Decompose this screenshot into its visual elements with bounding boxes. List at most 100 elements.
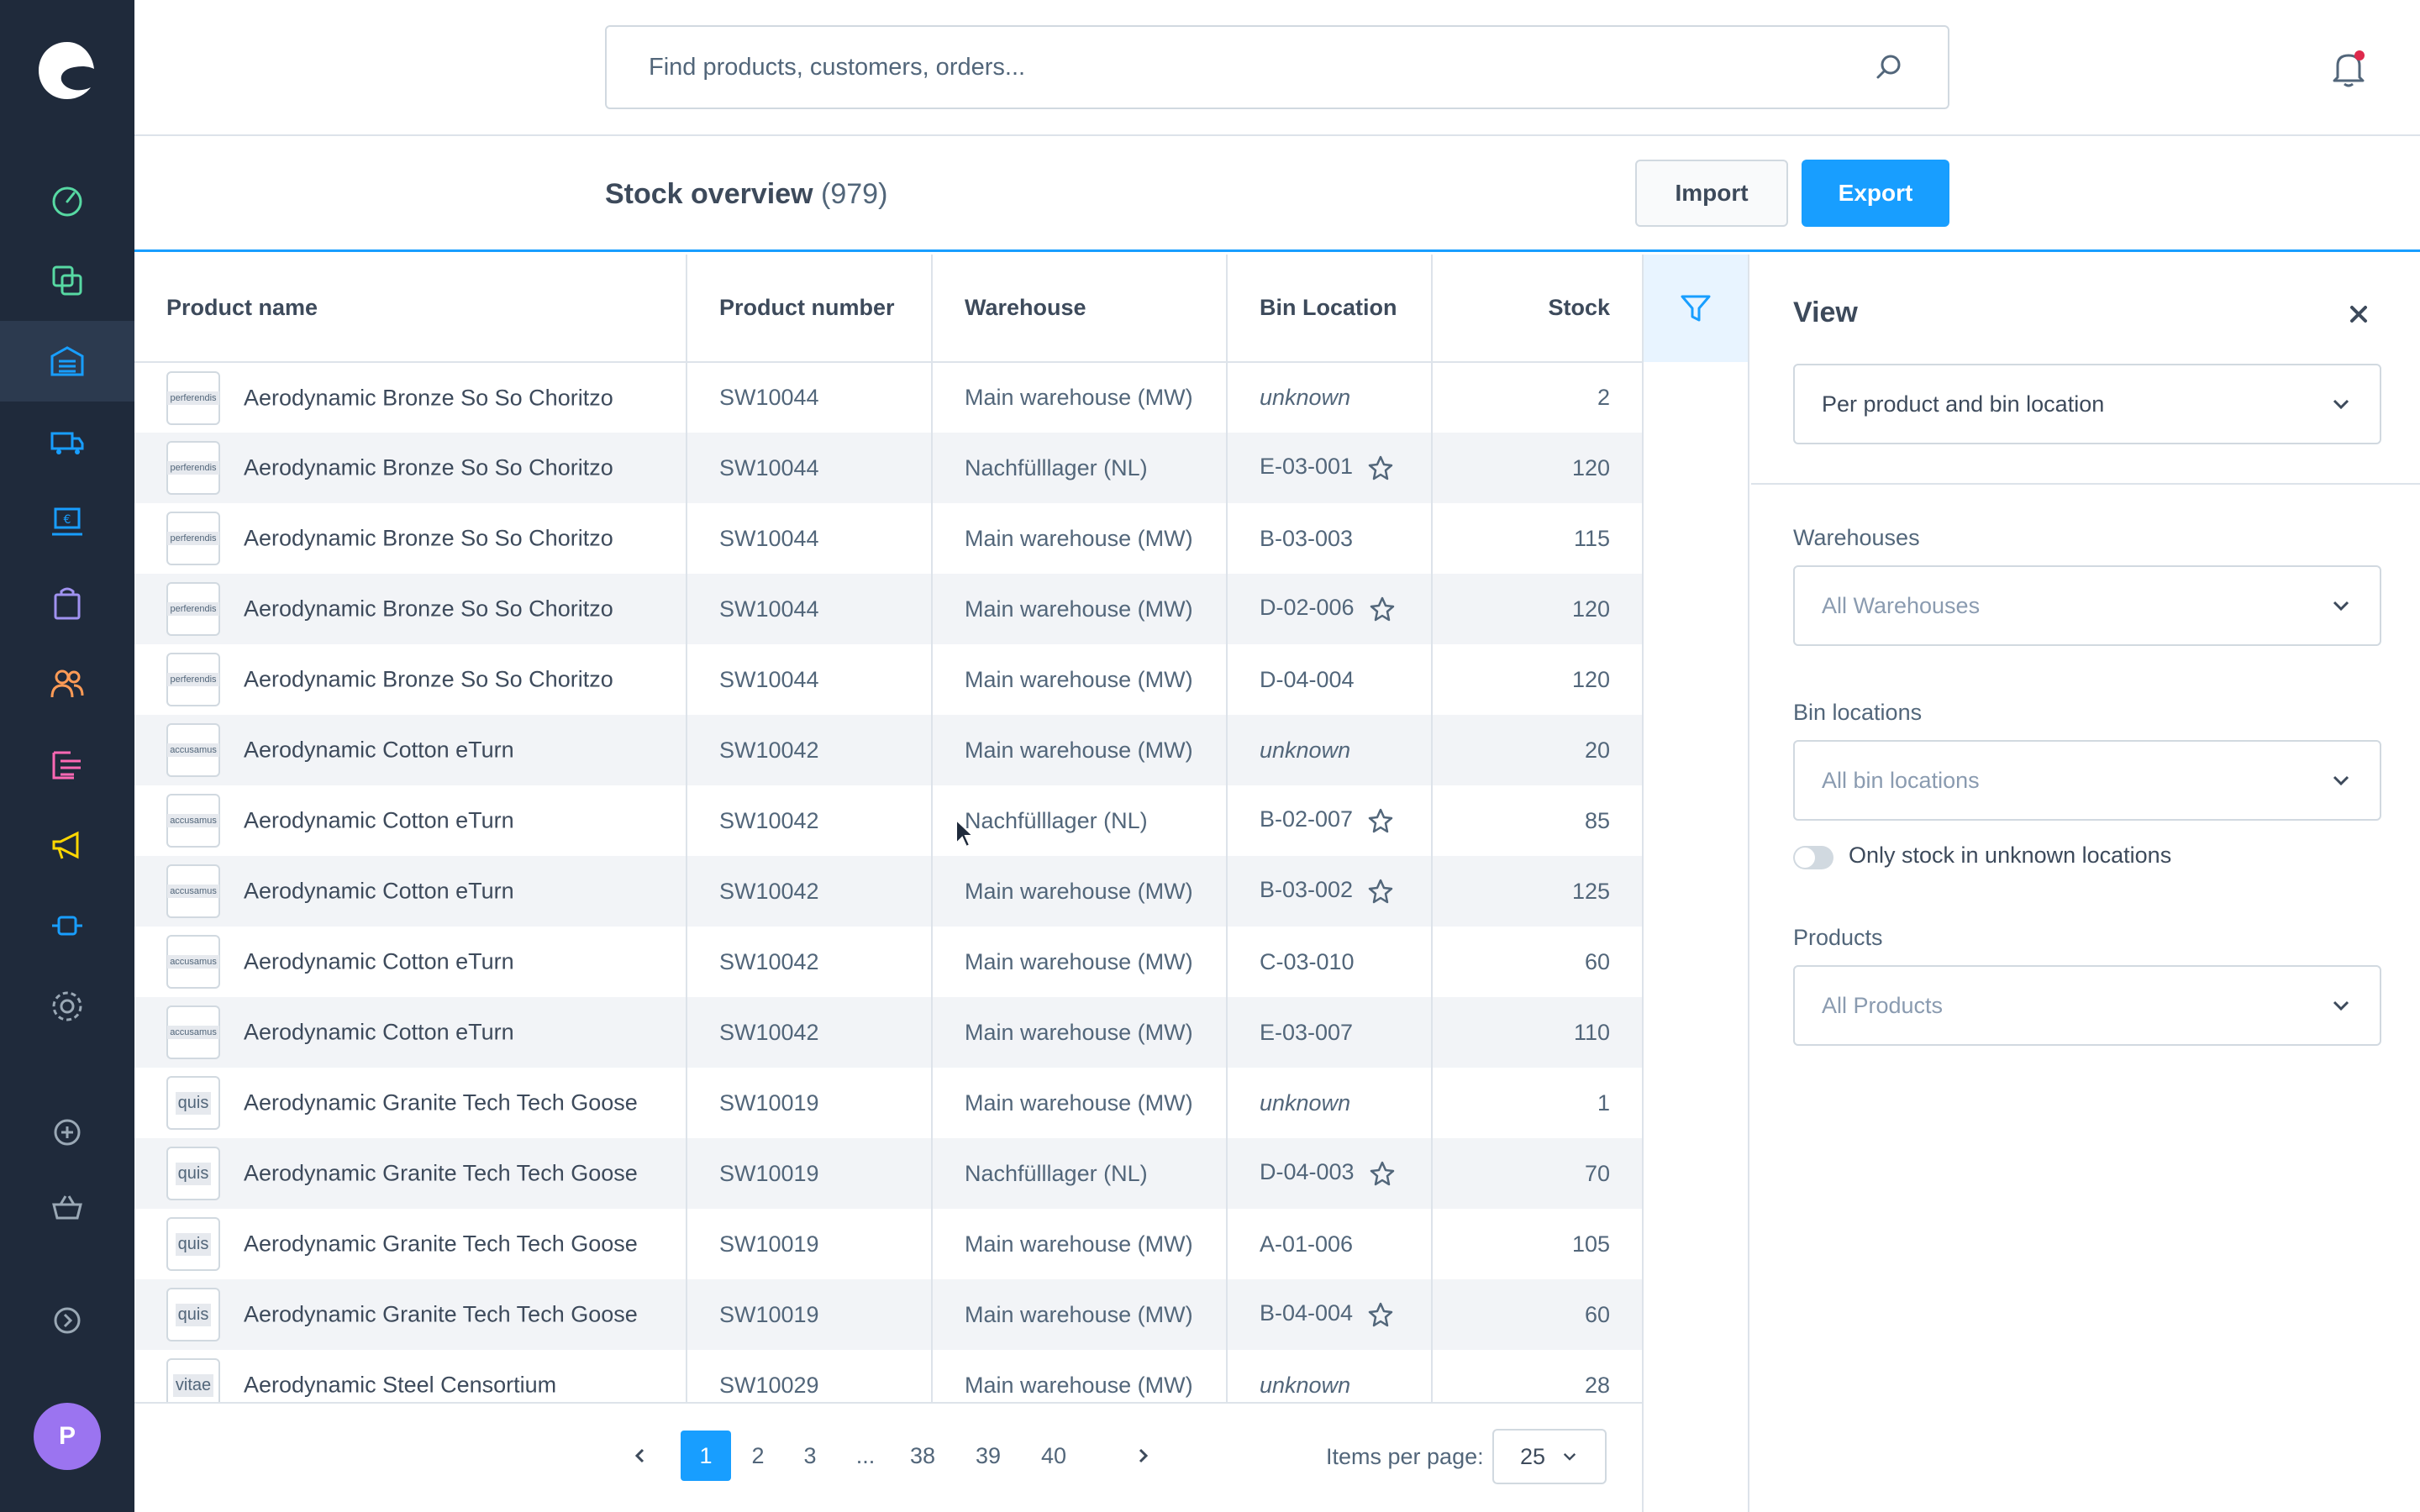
- column-header-product-number[interactable]: Product number: [687, 255, 933, 363]
- product-name[interactable]: Aerodynamic Bronze So So Choritzo: [244, 455, 613, 480]
- nav-orders[interactable]: [0, 563, 134, 643]
- favorite-star-icon[interactable]: [1366, 806, 1395, 835]
- cell-product-name[interactable]: quis Aerodynamic Granite Tech Tech Goose: [134, 1279, 687, 1350]
- warehouses-select[interactable]: All Warehouses: [1793, 565, 2381, 646]
- nav-customers[interactable]: [0, 643, 134, 724]
- nav-shipping[interactable]: [0, 402, 134, 482]
- table-row[interactable]: accusamus Aerodynamic Cotton eTurn SW10042…: [134, 927, 1642, 997]
- page-button[interactable]: 38: [897, 1431, 948, 1481]
- nav-content[interactable]: [0, 724, 134, 805]
- favorite-star-icon[interactable]: [1366, 877, 1395, 906]
- column-header-product-name[interactable]: Product name: [134, 255, 687, 363]
- page-button[interactable]: 39: [963, 1431, 1013, 1481]
- product-thumbnail-label: quis: [175, 1091, 212, 1115]
- table-row[interactable]: vitae Aerodynamic Steel Censortium SW10029…: [134, 1350, 1642, 1402]
- product-name[interactable]: Aerodynamic Cotton eTurn: [244, 808, 514, 833]
- product-name[interactable]: Aerodynamic Granite Tech Tech Goose: [244, 1090, 638, 1116]
- table-row[interactable]: quis Aerodynamic Granite Tech Tech Goose S…: [134, 1138, 1642, 1209]
- cell-product-name[interactable]: quis Aerodynamic Granite Tech Tech Goose: [134, 1138, 687, 1209]
- page-button[interactable]: 40: [1028, 1431, 1079, 1481]
- product-name[interactable]: Aerodynamic Granite Tech Tech Goose: [244, 1161, 638, 1186]
- cell-product-name[interactable]: perferendis Aerodynamic Bronze So So Chor…: [134, 574, 687, 644]
- product-name[interactable]: Aerodynamic Steel Censortium: [244, 1373, 556, 1398]
- table-row[interactable]: quis Aerodynamic Granite Tech Tech Goose S…: [134, 1209, 1642, 1279]
- nav-catalog[interactable]: [0, 240, 134, 321]
- product-name[interactable]: Aerodynamic Bronze So So Choritzo: [244, 526, 613, 551]
- unknown-locations-toggle[interactable]: [1793, 846, 1833, 869]
- favorite-star-icon[interactable]: [1366, 1300, 1395, 1329]
- product-name[interactable]: Aerodynamic Bronze So So Choritzo: [244, 596, 613, 622]
- cell-product-name[interactable]: accusamus Aerodynamic Cotton eTurn: [134, 997, 687, 1068]
- cell-product-name[interactable]: accusamus Aerodynamic Cotton eTurn: [134, 785, 687, 856]
- cell-warehouse: Nachfülllager (NL): [932, 1138, 1228, 1209]
- view-mode-select[interactable]: Per product and bin location: [1793, 364, 2381, 444]
- cell-product-name[interactable]: vitae Aerodynamic Steel Censortium: [134, 1350, 687, 1402]
- cell-product-name[interactable]: quis Aerodynamic Granite Tech Tech Goose: [134, 1209, 687, 1279]
- import-button[interactable]: Import: [1635, 160, 1788, 227]
- table-row[interactable]: accusamus Aerodynamic Cotton eTurn SW10042…: [134, 856, 1642, 927]
- column-header-bin-location[interactable]: Bin Location: [1227, 255, 1433, 363]
- product-name[interactable]: Aerodynamic Cotton eTurn: [244, 949, 514, 974]
- cell-product-name[interactable]: perferendis Aerodynamic Bronze So So Chor…: [134, 433, 687, 503]
- table-row[interactable]: perferendis Aerodynamic Bronze So So Chor…: [134, 644, 1642, 715]
- sidebar-tabs: [1642, 255, 1749, 1512]
- table-row[interactable]: perferendis Aerodynamic Bronze So So Chor…: [134, 362, 1642, 433]
- cell-product-name[interactable]: accusamus Aerodynamic Cotton eTurn: [134, 856, 687, 927]
- product-name[interactable]: Aerodynamic Cotton eTurn: [244, 1020, 514, 1045]
- cell-product-name[interactable]: accusamus Aerodynamic Cotton eTurn: [134, 715, 687, 785]
- table-row[interactable]: quis Aerodynamic Granite Tech Tech Goose S…: [134, 1279, 1642, 1350]
- notifications-bell-icon[interactable]: [2328, 47, 2370, 89]
- page-button[interactable]: 3: [785, 1431, 835, 1481]
- products-select[interactable]: All Products: [1793, 965, 2381, 1046]
- table-row[interactable]: perferendis Aerodynamic Bronze So So Chor…: [134, 574, 1642, 644]
- cell-product-name[interactable]: accusamus Aerodynamic Cotton eTurn: [134, 927, 687, 997]
- product-name[interactable]: Aerodynamic Bronze So So Choritzo: [244, 667, 613, 692]
- cell-product-name[interactable]: perferendis Aerodynamic Bronze So So Chor…: [134, 362, 687, 433]
- filter-tab[interactable]: [1644, 255, 1748, 362]
- bin-location-value: B-03-002: [1260, 877, 1354, 903]
- next-page-button[interactable]: [1118, 1431, 1168, 1481]
- product-thumbnail: accusamus: [166, 723, 220, 777]
- table-row[interactable]: perferendis Aerodynamic Bronze So So Chor…: [134, 503, 1642, 574]
- cell-warehouse: Main warehouse (MW): [932, 644, 1228, 715]
- table-row[interactable]: perferendis Aerodynamic Bronze So So Chor…: [134, 433, 1642, 503]
- product-name[interactable]: Aerodynamic Bronze So So Choritzo: [244, 385, 613, 410]
- product-name[interactable]: Aerodynamic Granite Tech Tech Goose: [244, 1231, 638, 1257]
- nav-dashboard[interactable]: [0, 160, 134, 240]
- nav-marketing[interactable]: [0, 805, 134, 885]
- table-row[interactable]: accusamus Aerodynamic Cotton eTurn SW10042…: [134, 715, 1642, 785]
- search-input[interactable]: [649, 53, 1872, 81]
- nav-add[interactable]: [0, 1092, 134, 1173]
- table-row[interactable]: accusamus Aerodynamic Cotton eTurn SW10042…: [134, 997, 1642, 1068]
- favorite-star-icon[interactable]: [1368, 595, 1397, 623]
- page-button[interactable]: 2: [733, 1431, 783, 1481]
- close-icon[interactable]: [2346, 302, 2371, 327]
- export-button[interactable]: Export: [1802, 160, 1949, 227]
- view-panel: View Per product and bin location Wareho…: [1751, 255, 2420, 1512]
- nav-warehouse[interactable]: [0, 321, 134, 402]
- nav-extensions[interactable]: [0, 885, 134, 966]
- product-name[interactable]: Aerodynamic Cotton eTurn: [244, 879, 514, 904]
- shopware-logo-icon[interactable]: [34, 37, 101, 104]
- previous-page-button[interactable]: [615, 1431, 666, 1481]
- bin-locations-select[interactable]: All bin locations: [1793, 740, 2381, 821]
- page-button[interactable]: 1: [681, 1431, 731, 1481]
- user-avatar[interactable]: P: [34, 1403, 101, 1470]
- nav-expand[interactable]: [0, 1280, 134, 1361]
- favorite-star-icon[interactable]: [1366, 454, 1395, 482]
- table-row[interactable]: quis Aerodynamic Granite Tech Tech Goose S…: [134, 1068, 1642, 1138]
- column-header-warehouse[interactable]: Warehouse: [932, 255, 1228, 363]
- search-icon[interactable]: [1872, 50, 1906, 84]
- column-header-stock[interactable]: Stock: [1432, 255, 1642, 363]
- favorite-star-icon[interactable]: [1368, 1159, 1397, 1188]
- nav-settings[interactable]: [0, 966, 134, 1047]
- table-row[interactable]: accusamus Aerodynamic Cotton eTurn SW10042…: [134, 785, 1642, 856]
- cell-product-name[interactable]: perferendis Aerodynamic Bronze So So Chor…: [134, 644, 687, 715]
- cell-product-name[interactable]: quis Aerodynamic Granite Tech Tech Goose: [134, 1068, 687, 1138]
- product-name[interactable]: Aerodynamic Cotton eTurn: [244, 738, 514, 763]
- nav-basket[interactable]: [0, 1168, 134, 1248]
- items-per-page-select[interactable]: 25: [1492, 1429, 1607, 1484]
- cell-product-name[interactable]: perferendis Aerodynamic Bronze So So Chor…: [134, 503, 687, 574]
- nav-pos[interactable]: €: [0, 482, 134, 563]
- product-name[interactable]: Aerodynamic Granite Tech Tech Goose: [244, 1302, 638, 1327]
